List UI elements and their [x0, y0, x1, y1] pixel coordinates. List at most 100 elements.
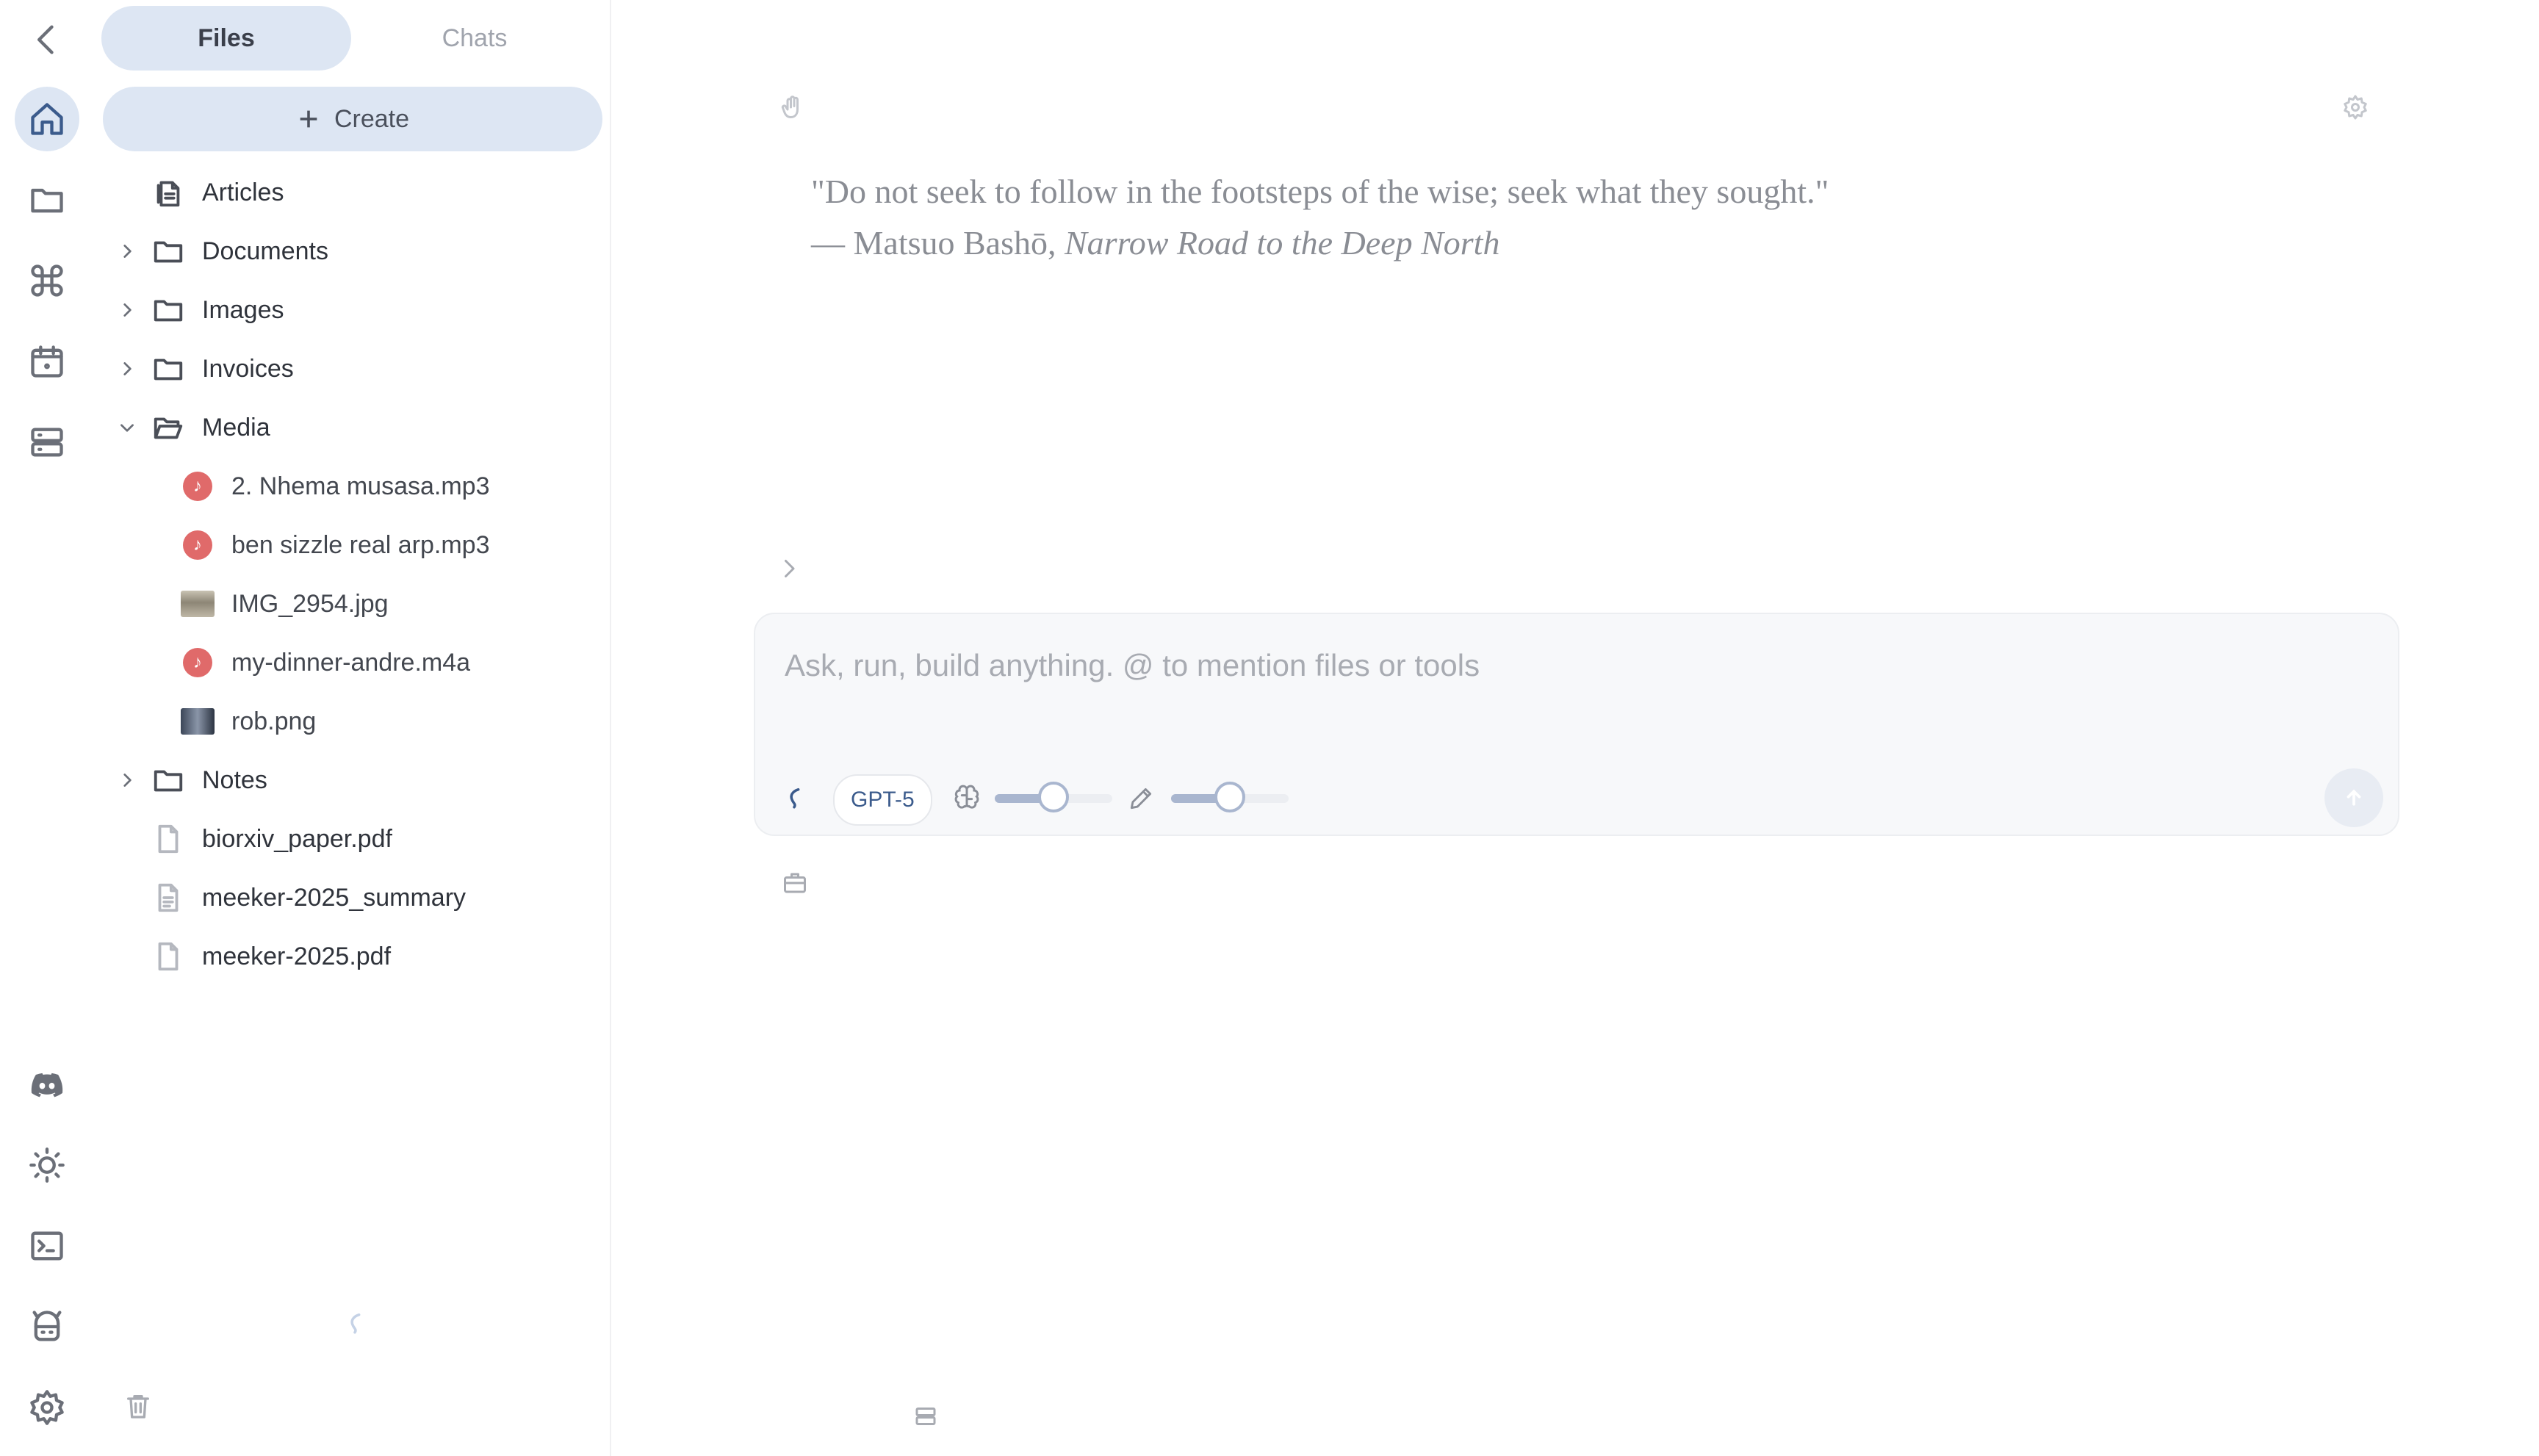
- settings-button[interactable]: [15, 1375, 79, 1440]
- expand-button[interactable]: [776, 555, 802, 585]
- theme-toggle-button[interactable]: [15, 1133, 79, 1197]
- files-button[interactable]: [15, 167, 79, 232]
- command-icon: [31, 264, 63, 297]
- server-button[interactable]: [15, 410, 79, 475]
- sun-icon: [29, 1147, 65, 1183]
- briefcase-icon: [784, 873, 806, 893]
- tree-item-label: IMG_2954.jpg: [231, 589, 389, 618]
- back-button[interactable]: [15, 7, 79, 72]
- chevron-right-icon[interactable]: [116, 240, 138, 262]
- calendar-icon: [31, 345, 63, 378]
- edit-slider[interactable]: [1171, 774, 1289, 818]
- logo-icon: [790, 788, 800, 809]
- trash-button[interactable]: [123, 1391, 153, 1424]
- tree-item-label: Images: [202, 295, 284, 324]
- tree-item-label: Articles: [202, 178, 284, 206]
- main-panel: "Do not seek to follow in the footsteps …: [611, 0, 2539, 1456]
- send-button[interactable]: [2324, 768, 2383, 827]
- document-stack-icon: [151, 176, 185, 209]
- plus-icon: [300, 110, 317, 128]
- folder-open-icon: [151, 411, 185, 444]
- hand-button[interactable]: [779, 94, 805, 124]
- settings-icon: [30, 1390, 64, 1425]
- quote-text: "Do not seek to follow in the footsteps …: [811, 173, 1829, 210]
- tree-item-label: ben sizzle real arp.mp3: [231, 530, 490, 559]
- tree-item-file[interactable]: meeker-2025.pdf: [94, 927, 608, 986]
- chevron-right-icon[interactable]: [116, 769, 138, 791]
- tree-item-label: Media: [202, 413, 270, 442]
- back-icon: [37, 25, 54, 54]
- chevron-right-icon[interactable]: [116, 299, 138, 321]
- chevron-down-icon[interactable]: [116, 417, 138, 439]
- agent-mode-button[interactable]: [782, 783, 807, 816]
- agent-button[interactable]: [15, 1294, 79, 1359]
- tree-item-documents[interactable]: Documents: [94, 222, 608, 281]
- bot-icon: [32, 1311, 62, 1341]
- tree-item-label: Documents: [202, 237, 328, 265]
- pdf-file-icon: [151, 822, 185, 856]
- tree-item-notes[interactable]: Notes: [94, 751, 608, 810]
- prompt-input[interactable]: Ask, run, build anything. @ to mention f…: [785, 648, 1480, 683]
- calendar-button[interactable]: [15, 329, 79, 394]
- tree-item-label: 2. Nhema musasa.mp3: [231, 472, 490, 500]
- tree-item-file[interactable]: meeker-2025_summary: [94, 868, 608, 927]
- tab-chats[interactable]: Chats: [350, 6, 599, 71]
- slider-handle[interactable]: [1214, 782, 1245, 812]
- tree-item-file[interactable]: biorxiv_paper.pdf: [94, 810, 608, 868]
- tree-item-file[interactable]: rob.png: [94, 692, 608, 751]
- quote-attribution: — Matsuo Bashō, Narrow Road to the Deep …: [811, 217, 1829, 269]
- server-icon: [31, 428, 63, 457]
- composer: Ask, run, build anything. @ to mention f…: [754, 613, 2399, 836]
- audio-file-icon: ♪: [181, 646, 215, 680]
- trash-icon: [127, 1395, 149, 1419]
- settings-button[interactable]: [2342, 94, 2369, 124]
- audio-file-icon: ♪: [181, 469, 215, 503]
- discord-icon: [31, 1073, 63, 1098]
- model-selector[interactable]: GPT-5: [833, 774, 932, 826]
- terminal-button[interactable]: [15, 1214, 79, 1278]
- folder-icon: [151, 352, 185, 386]
- tree-item-file[interactable]: ♪ ben sizzle real arp.mp3: [94, 516, 608, 574]
- audio-file-icon: ♪: [181, 528, 215, 562]
- tree-item-invoices[interactable]: Invoices: [94, 339, 608, 398]
- tree-item-images[interactable]: Images: [94, 281, 608, 339]
- tree-item-file[interactable]: ♪ my-dinner-andre.m4a: [94, 633, 608, 692]
- create-button[interactable]: Create: [103, 87, 602, 151]
- folder-icon: [31, 188, 63, 213]
- file-sidebar: Files Chats Create Articles Documents Im…: [94, 0, 611, 1456]
- tree-item-media[interactable]: Media: [94, 398, 608, 457]
- tools-button[interactable]: [782, 870, 808, 900]
- tree-item-file[interactable]: IMG_2954.jpg: [94, 574, 608, 633]
- quote-source: Narrow Road to the Deep North: [1065, 224, 1500, 262]
- folder-icon: [151, 763, 185, 797]
- image-thumbnail: [181, 704, 215, 738]
- tree-item-label: rob.png: [231, 707, 317, 735]
- tree-item-articles[interactable]: Articles: [94, 163, 608, 222]
- arrow-up-icon: [2347, 789, 2361, 806]
- image-thumbnail: [181, 587, 215, 621]
- tree-item-label: meeker-2025_summary: [202, 883, 467, 912]
- pdf-file-icon: [151, 940, 185, 973]
- pencil-icon: [1127, 785, 1155, 816]
- terminal-icon: [31, 1231, 63, 1261]
- tree-item-label: Notes: [202, 765, 267, 794]
- panel-toggle-button[interactable]: [912, 1403, 939, 1433]
- slider-handle[interactable]: [1038, 782, 1069, 812]
- server-icon: [915, 1408, 936, 1425]
- brain-icon: [952, 783, 982, 816]
- discord-button[interactable]: [15, 1052, 79, 1117]
- thinking-slider[interactable]: [995, 774, 1112, 818]
- document-icon: [151, 881, 185, 915]
- tab-files[interactable]: Files: [101, 6, 351, 71]
- home-icon: [31, 103, 63, 135]
- tree-item-file[interactable]: ♪ 2. Nhema musasa.mp3: [94, 457, 608, 516]
- tree-item-label: my-dinner-andre.m4a: [231, 648, 471, 677]
- command-button[interactable]: [15, 248, 79, 313]
- chevron-right-icon[interactable]: [116, 358, 138, 380]
- create-button-label: Create: [334, 104, 410, 133]
- quote-author: — Matsuo Bashō,: [811, 224, 1065, 262]
- tree-item-label: Invoices: [202, 354, 294, 383]
- quote-block: "Do not seek to follow in the footsteps …: [811, 166, 1829, 269]
- hand-icon: [781, 95, 799, 118]
- home-button[interactable]: [15, 87, 79, 151]
